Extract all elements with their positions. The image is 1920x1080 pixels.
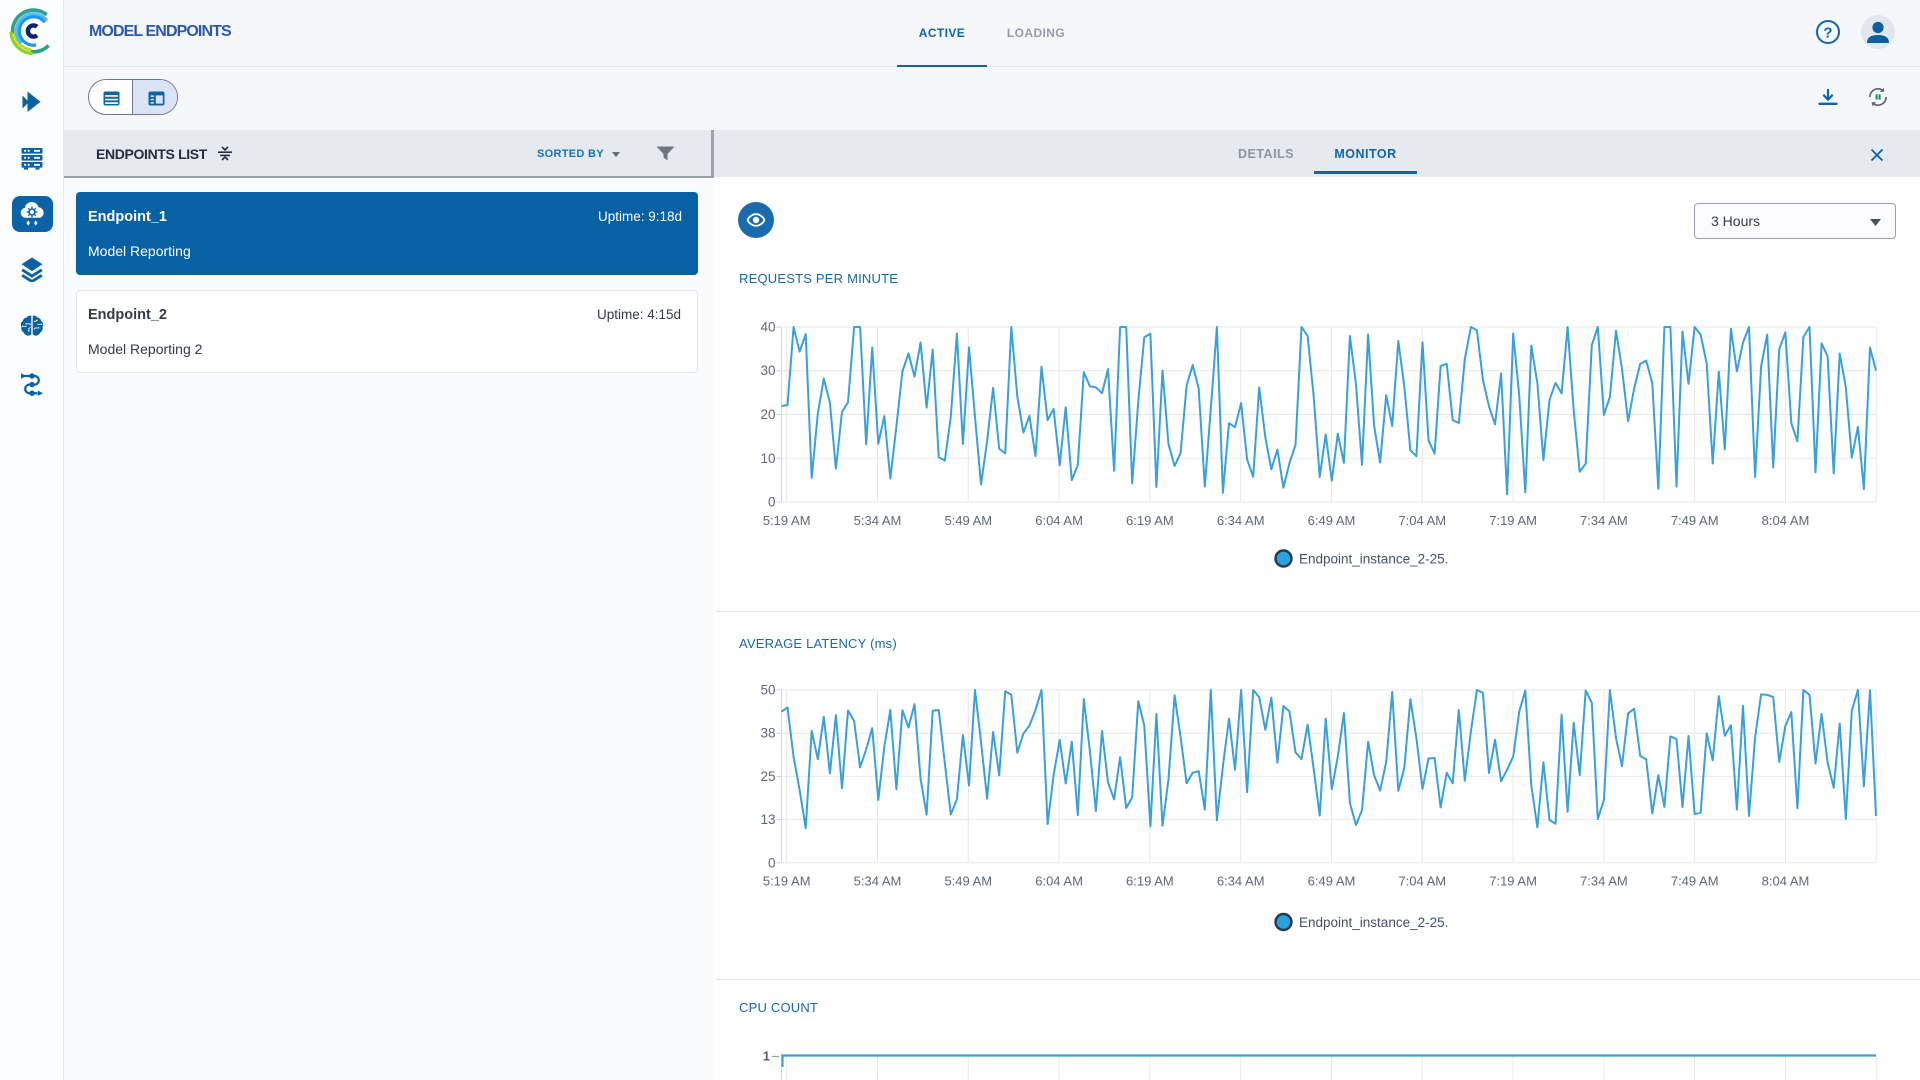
svg-text:5:49 AM: 5:49 AM [944, 513, 992, 528]
svg-text:7:49 AM: 7:49 AM [1671, 874, 1719, 889]
svg-text:6:34 AM: 6:34 AM [1217, 874, 1265, 889]
svg-text:6:04 AM: 6:04 AM [1035, 513, 1083, 528]
svg-text:5:19 AM: 5:19 AM [763, 513, 811, 528]
svg-text:7:19 AM: 7:19 AM [1489, 874, 1537, 889]
svg-text:6:04 AM: 6:04 AM [1035, 874, 1083, 889]
svg-text:6:19 AM: 6:19 AM [1126, 513, 1174, 528]
svg-text:6:49 AM: 6:49 AM [1308, 874, 1356, 889]
svg-text:30: 30 [760, 363, 775, 378]
svg-text:38: 38 [760, 726, 775, 741]
svg-text:8:04 AM: 8:04 AM [1762, 874, 1810, 889]
svg-text:Endpoint_instance_2-25.: Endpoint_instance_2-25. [1299, 552, 1448, 567]
svg-text:Endpoint_instance_2-25.: Endpoint_instance_2-25. [1299, 915, 1448, 930]
svg-text:5:34 AM: 5:34 AM [854, 513, 902, 528]
svg-text:50: 50 [760, 683, 775, 698]
svg-text:0: 0 [768, 855, 776, 870]
svg-text:7:34 AM: 7:34 AM [1580, 874, 1628, 889]
svg-text:5:34 AM: 5:34 AM [854, 874, 902, 889]
svg-text:5:19 AM: 5:19 AM [763, 874, 811, 889]
svg-text:6:34 AM: 6:34 AM [1217, 513, 1265, 528]
svg-text:20: 20 [760, 407, 775, 422]
svg-text:5:49 AM: 5:49 AM [944, 874, 992, 889]
svg-text:10: 10 [760, 451, 775, 466]
svg-text:7:04 AM: 7:04 AM [1398, 874, 1446, 889]
svg-text:25: 25 [760, 769, 775, 784]
svg-text:0: 0 [768, 495, 776, 510]
svg-text:7:19 AM: 7:19 AM [1489, 513, 1537, 528]
svg-text:40: 40 [760, 320, 775, 335]
svg-text:13: 13 [760, 812, 775, 827]
svg-text:7:49 AM: 7:49 AM [1671, 513, 1719, 528]
svg-text:1: 1 [763, 1049, 770, 1064]
svg-text:6:49 AM: 6:49 AM [1308, 513, 1356, 528]
svg-text:7:34 AM: 7:34 AM [1580, 513, 1628, 528]
svg-text:8:04 AM: 8:04 AM [1762, 513, 1810, 528]
svg-text:7:04 AM: 7:04 AM [1398, 513, 1446, 528]
svg-text:6:19 AM: 6:19 AM [1126, 874, 1174, 889]
